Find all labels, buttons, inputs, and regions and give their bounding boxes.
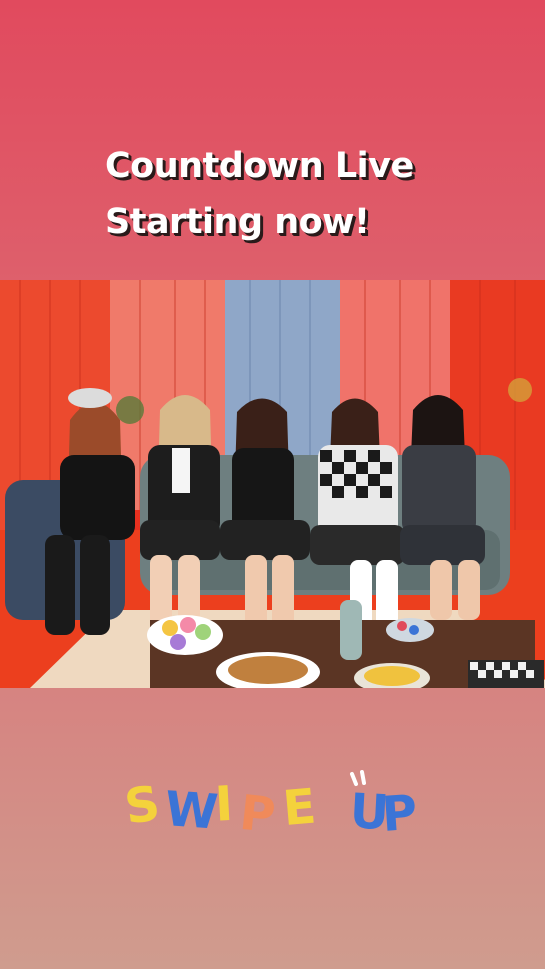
swipe-up-prompt[interactable]: SWIPEUP	[120, 770, 440, 850]
headline-line-1: Countdown Live	[105, 146, 414, 186]
swipe-letter: P	[237, 785, 278, 844]
group-photo	[0, 280, 545, 688]
group-photo-image	[0, 280, 545, 688]
swipe-up-icon[interactable]: S WI P E UP	[120, 770, 440, 850]
swipe-up-arrow-marks	[350, 770, 366, 786]
swipe-letter: I	[214, 776, 235, 833]
swipe-letter: P	[380, 785, 419, 843]
swipe-letter: S	[121, 775, 163, 835]
headline-line-2: Starting now!	[105, 202, 370, 242]
story-frame: Countdown Live Starting now! S W I P E U…	[0, 0, 545, 969]
swipe-letter: W	[163, 781, 220, 841]
headline: Countdown Live Starting now!	[105, 138, 525, 250]
swipe-letter: E	[281, 778, 319, 837]
